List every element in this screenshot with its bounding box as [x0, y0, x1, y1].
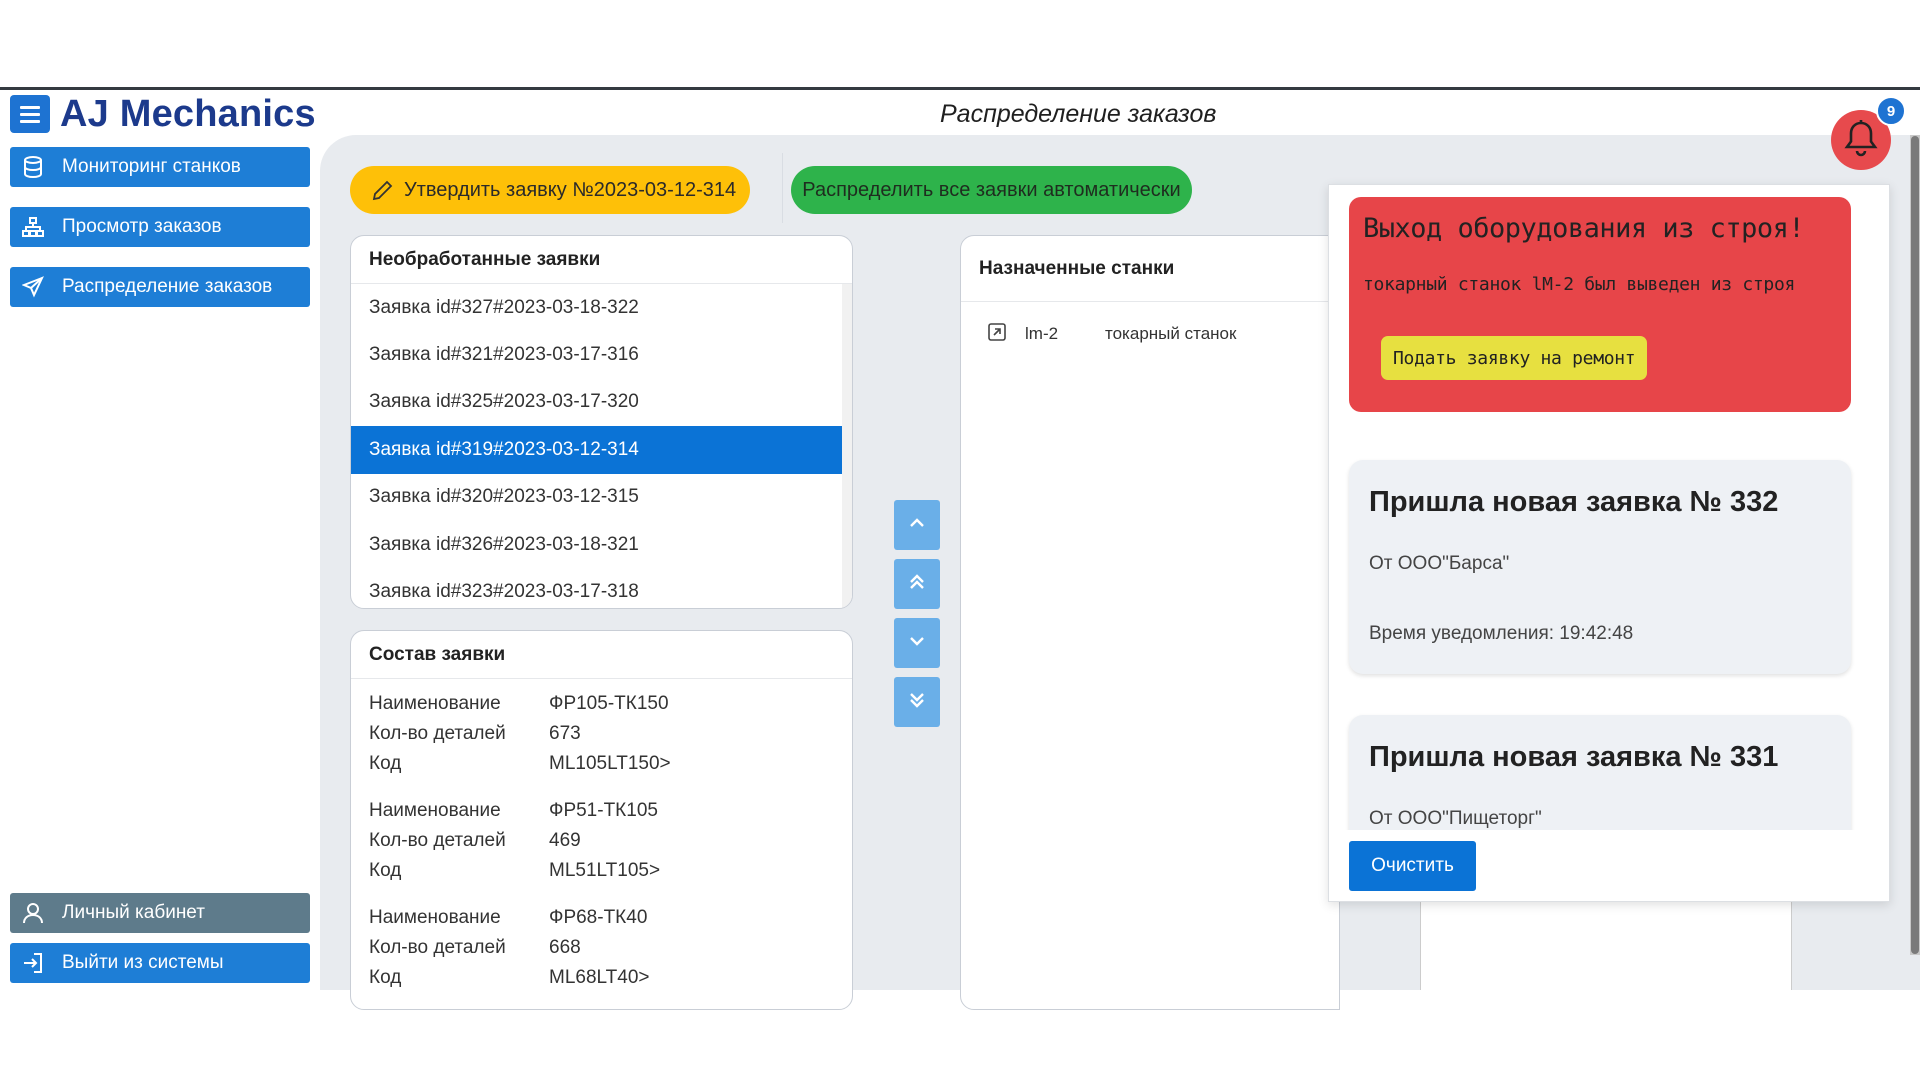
- order-composition-card: Состав заявки Наименование ФР105-ТК150 Ко…: [350, 630, 853, 1010]
- hamburger-icon: [20, 105, 40, 109]
- notification-time: Время уведомления: 19:42:48: [1369, 623, 1634, 644]
- part-code: ML68LT40>: [549, 967, 650, 988]
- field-label: Наименование: [369, 800, 501, 821]
- notification-title: Пришла новая заявка № 332: [1369, 486, 1779, 518]
- machine-row[interactable]: lm-2 токарный станок: [961, 302, 1339, 366]
- field-label: Наименование: [369, 907, 501, 928]
- top-divider: [0, 87, 1920, 90]
- machine-type: токарный станок: [1105, 324, 1237, 343]
- sidebar-item-label: Выйти из системы: [62, 952, 224, 973]
- page-scrollbar-thumb[interactable]: [1911, 136, 1919, 954]
- sidebar-item-profile[interactable]: Личный кабинет: [10, 893, 310, 933]
- logout-icon: [22, 952, 44, 974]
- database-icon: [22, 156, 44, 178]
- sidebar-item-label: Распределение заказов: [62, 276, 273, 297]
- part-qty: 673: [549, 723, 581, 744]
- part-qty: 469: [549, 830, 581, 851]
- field-label: Кол-во деталей: [369, 723, 506, 744]
- composition-item: Наименование ФР105-ТК150 Кол-во деталей 67…: [369, 689, 834, 779]
- field-label: Код: [369, 753, 402, 774]
- list-item[interactable]: Заявка id#327#2023-03-18-322: [351, 284, 852, 331]
- breakdown-alert: Выход оборудования из строя! токарный ст…: [1349, 197, 1851, 412]
- alert-title: Выход оборудования из строя!: [1363, 213, 1805, 244]
- part-name: ФР68-ТК40: [549, 907, 648, 928]
- sidebar-item-label: Личный кабинет: [62, 902, 205, 923]
- toolbar-divider: [782, 153, 783, 223]
- send-icon: [22, 276, 44, 298]
- unprocessed-orders-card: Необработанные заявки Заявка id#327#2023…: [350, 235, 853, 609]
- field-label: Код: [369, 967, 402, 988]
- double-chevron-down-icon: [908, 691, 926, 714]
- assigned-machines-card: Назначенные станки lm-2 токарный станок: [960, 235, 1340, 1010]
- composition-item: Наименование ФР68-ТК40 Кол-во деталей 668 …: [369, 903, 834, 993]
- part-code: ML51LT105>: [549, 860, 661, 881]
- sidebar-item-distribution[interactable]: Распределение заказов: [10, 267, 310, 307]
- list-item-selected[interactable]: Заявка id#319#2023-03-12-314: [351, 426, 852, 474]
- sidebar-item-logout[interactable]: Выйти из системы: [10, 943, 310, 983]
- list-item[interactable]: Заявка id#320#2023-03-12-315: [351, 474, 852, 521]
- sidebar-item-monitoring[interactable]: Мониторинг станков: [10, 147, 310, 187]
- double-chevron-up-icon: [908, 573, 926, 596]
- move-up-button[interactable]: [894, 500, 940, 550]
- field-label: Кол-во деталей: [369, 830, 506, 851]
- sidebar-item-label: Мониторинг станков: [62, 156, 241, 177]
- move-down-button[interactable]: [894, 618, 940, 668]
- list-item[interactable]: Заявка id#323#2023-03-17-318: [351, 568, 852, 608]
- page-title: Распределение заказов: [940, 100, 1217, 128]
- notification-count-badge: 9: [1876, 96, 1906, 126]
- list-item[interactable]: Заявка id#326#2023-03-18-321: [351, 521, 852, 568]
- hierarchy-icon: [22, 216, 44, 238]
- card-title: Назначенные станки: [961, 236, 1339, 302]
- notification-from: От ООО"Барса": [1369, 553, 1510, 574]
- list-item[interactable]: Заявка id#321#2023-03-17-316: [351, 331, 852, 378]
- pencil-icon: [372, 179, 394, 201]
- notification-card[interactable]: Пришла новая заявка № 332 От ООО"Барса" …: [1349, 460, 1851, 674]
- list-item[interactable]: Заявка id#325#2023-03-17-320: [351, 379, 852, 426]
- card-title: Состав заявки: [351, 631, 852, 679]
- composition-item: Наименование ФР51-ТК105 Кол-во деталей 469…: [369, 796, 834, 886]
- part-name: ФР105-ТК150: [549, 693, 669, 714]
- notifications-panel: Выход оборудования из строя! токарный ст…: [1328, 184, 1890, 902]
- notification-title: Пришла новая заявка № 331: [1369, 741, 1779, 773]
- approve-order-label: Утвердить заявку №2023-03-12-314: [404, 178, 737, 201]
- clear-notifications-button[interactable]: Очистить: [1349, 841, 1476, 891]
- notification-card[interactable]: Пришла новая заявка № 331 От ООО"Пищетор…: [1349, 715, 1851, 830]
- brand-logo: AJ Mechanics: [60, 93, 316, 135]
- move-bottom-button[interactable]: [894, 677, 940, 727]
- menu-toggle-button[interactable]: [10, 95, 50, 133]
- submit-repair-button[interactable]: Подать заявку на ремонт: [1381, 336, 1648, 380]
- orders-scrollbar-track[interactable]: [842, 284, 852, 608]
- part-name: ФР51-ТК105: [549, 800, 658, 821]
- chevron-down-icon: [908, 634, 926, 652]
- approve-order-button[interactable]: Утвердить заявку №2023-03-12-314: [350, 166, 750, 214]
- sidebar-item-label: Просмотр заказов: [62, 216, 222, 237]
- sidebar-item-orders[interactable]: Просмотр заказов: [10, 207, 310, 247]
- notifications-list: Выход оборудования из строя! токарный ст…: [1329, 185, 1889, 830]
- move-top-button[interactable]: [894, 559, 940, 609]
- card-title: Необработанные заявки: [351, 236, 852, 284]
- alert-text: токарный станок lM-2 был выведен из стро…: [1363, 274, 1796, 295]
- field-label: Кол-во деталей: [369, 937, 506, 958]
- machine-name: lm-2: [1025, 324, 1059, 343]
- field-label: Наименование: [369, 693, 501, 714]
- bell-icon: [1842, 118, 1880, 163]
- user-icon: [22, 902, 44, 924]
- auto-distribute-button[interactable]: Распределить все заявки автоматически: [791, 166, 1192, 214]
- field-label: Код: [369, 860, 402, 881]
- chevron-up-icon: [908, 516, 926, 534]
- part-qty: 668: [549, 937, 581, 958]
- external-link-icon[interactable]: [987, 322, 1007, 347]
- part-code: ML105LT150>: [549, 753, 671, 774]
- notification-from: От ООО"Пищеторг": [1369, 808, 1542, 829]
- orders-list: Заявка id#327#2023-03-18-322 Заявка id#3…: [351, 284, 852, 608]
